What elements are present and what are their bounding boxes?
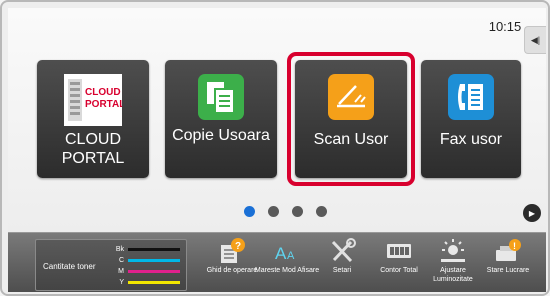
page-dot[interactable] [268,206,279,217]
page-dot[interactable] [316,206,327,217]
app-label: Fax usor [439,131,503,148]
toner-title: Cantitate toner [43,262,96,271]
cloud-portal-icon: CLOUD PORTAL [64,74,125,131]
app-label: Copie Usoara [172,127,270,144]
toner-row-m: M [114,266,180,276]
page-dot[interactable] [292,206,303,217]
svg-text:A: A [287,250,295,262]
toner-channel-label: C [118,256,124,264]
svg-text:A: A [275,244,287,263]
svg-text:?: ? [235,241,241,252]
svg-text:!: ! [513,241,516,251]
scan-icon [328,74,374,125]
play-arrow-icon: ▶ [528,208,536,218]
toner-channel-label: Y [119,278,124,286]
app-tile-easy-fax[interactable]: Fax usor [421,60,521,178]
toner-row-c: C [114,255,180,265]
page-indicator [244,206,327,217]
toner-bar-bk [128,247,180,251]
tool-brightness[interactable]: Ajustare Luminozitate [426,233,480,293]
tool-total-count[interactable]: Contor Total [372,233,426,293]
device-panel: 10:15 ◀| CLOUD PORTAL CLOUD PORTAL Copie… [0,0,550,296]
tool-settings[interactable]: Setari [315,233,369,293]
fax-icon [448,74,494,125]
toner-channel-label: Bk [115,245,124,253]
collapse-arrow-icon: ◀| [530,34,541,45]
toner-level-panel[interactable]: Cantitate toner Bk C M Y [35,239,187,291]
toner-channel-label: M [118,267,124,275]
toner-bar-y [128,280,180,284]
app-tile-easy-scan[interactable]: Scan Usor [295,60,407,178]
tool-job-status[interactable]: ! Stare Lucrare [481,233,535,293]
toner-row-y: Y [114,277,180,287]
next-page-button[interactable]: ▶ [523,204,541,222]
app-label: CLOUD PORTAL [61,131,125,167]
app-tile-easy-copy[interactable]: Copie Usoara [165,60,277,178]
cloud-portal-icon-text-2: PORTAL [85,99,122,110]
toner-bar-m [128,269,180,273]
tool-label: Stare Lucrare [486,267,530,274]
tool-operation-guide[interactable]: ? Ghid de operare [205,233,259,293]
app-tile-cloud-portal[interactable]: CLOUD PORTAL CLOUD PORTAL [37,60,149,178]
cloud-portal-icon-text-1: CLOUD [85,87,121,98]
side-panel-toggle[interactable]: ◀| [524,26,546,54]
app-label: Scan Usor [313,131,389,148]
toner-row-bk: Bk [114,244,180,254]
bottom-toolbar: Cantitate toner Bk C M Y ? Ghid de opera… [8,232,546,292]
home-screen: 10:15 ◀| CLOUD PORTAL CLOUD PORTAL Copie… [8,8,546,232]
copy-icon [198,74,244,125]
tool-enlarge-display[interactable]: A A Mareste Mod Afisare [255,233,319,293]
page-dot[interactable] [244,206,255,217]
toner-bar-c [128,258,180,262]
clock: 10:15 [488,19,522,34]
